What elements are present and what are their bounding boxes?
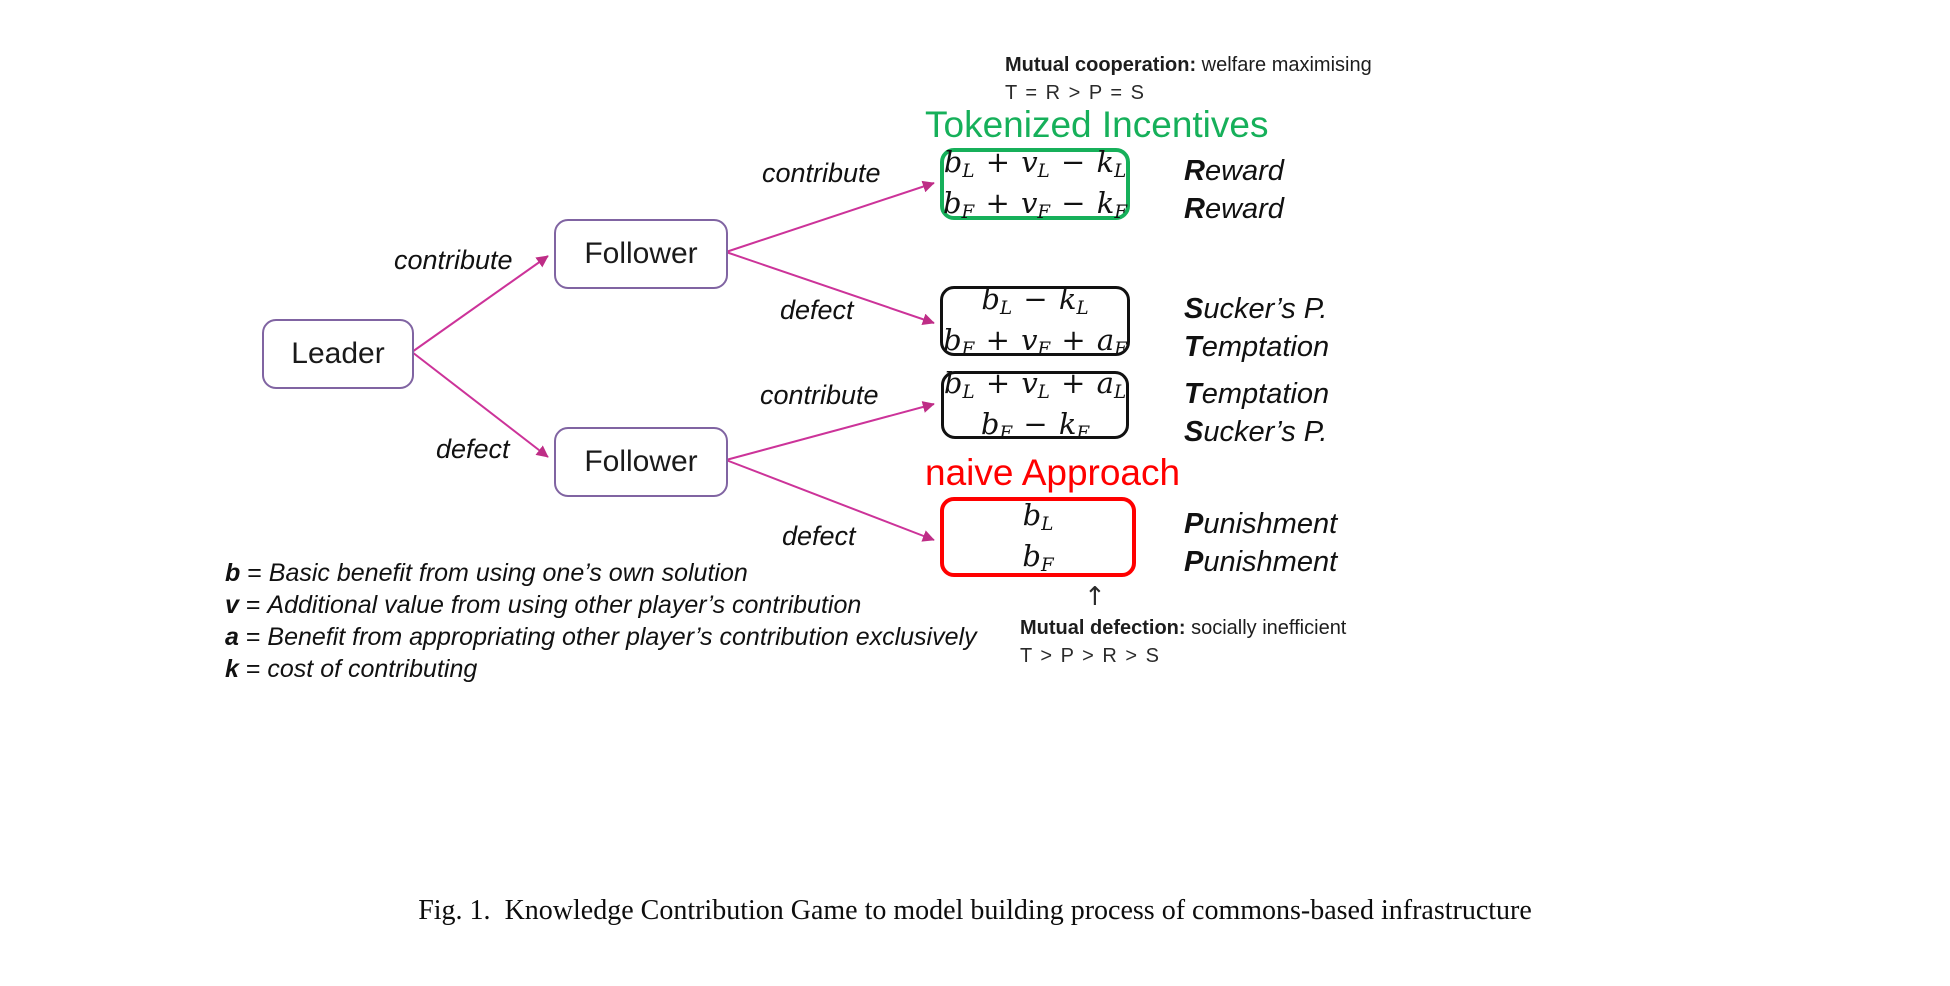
payoff-leader-expr: bL + vL − kL	[943, 144, 1127, 182]
edge-label-leader-defect: defect	[436, 434, 510, 464]
outcome-follower-1: Temptation	[1184, 328, 1329, 366]
outcome-label-1: Sucker’s P. Temptation	[1184, 290, 1329, 367]
mutual-cooperation-bold: Mutual cooperation:	[1005, 54, 1197, 76]
mutual-cooperation-rest: welfare maximising	[1196, 54, 1372, 76]
outcome-leader-0: Reward	[1184, 152, 1284, 190]
payoff-follower-expr: bF − kF	[980, 407, 1090, 445]
outcome-initial: R	[1184, 155, 1205, 187]
outcome-rest: eward	[1204, 155, 1284, 187]
banner-tokenized-incentives: Tokenized Incentives	[925, 104, 1269, 145]
legend-description: cost of contributing	[267, 655, 478, 683]
banner-naive-approach: naive Approach	[925, 452, 1181, 493]
outcome-follower-3: Punishment	[1184, 543, 1337, 581]
caption-text: Knowledge Contribution Game to model bui…	[504, 895, 1532, 926]
legend-equals: =	[238, 655, 268, 683]
legend-row: b = Basic benefit from using one’s own s…	[225, 557, 977, 589]
payoff-box-reward-reward[interactable]: bL + vL − kL bF + vF − kF	[940, 145, 1130, 223]
edge-label-follower-top-contribute: contribute	[762, 158, 881, 188]
payoff-leader-expr: bL + vL + aL	[943, 365, 1127, 403]
legend-description: Basic benefit from using one’s own solut…	[268, 559, 748, 587]
figure-caption: Fig. 1. Knowledge Contribution Game to m…	[0, 895, 1950, 927]
outcome-leader-2: Temptation	[1184, 375, 1329, 413]
legend: b = Basic benefit from using one’s own s…	[225, 557, 977, 685]
payoff-follower-expr: bF + vF + aF	[943, 323, 1127, 361]
payoff-box-temptation-sucker[interactable]: bL + vL + aL bF − kF	[941, 366, 1129, 444]
legend-row: k = cost of contributing	[225, 653, 977, 685]
outcome-rest: eward	[1204, 193, 1284, 226]
node-leader[interactable]: Leader	[262, 319, 414, 389]
legend-equals: =	[238, 623, 268, 651]
mutual-defection-annotation: Mutual defection: socially inefficient	[1020, 617, 1346, 640]
outcome-initial: T	[1184, 378, 1202, 410]
outcome-label-3: Punishment Punishment	[1184, 505, 1337, 582]
caption-number: Fig. 1.	[418, 895, 491, 926]
payoff-leader-expr: bL	[1022, 497, 1054, 535]
mutual-defection-rest: socially inefficient	[1185, 617, 1347, 639]
edge-label-follower-bottom-defect: defect	[782, 521, 856, 551]
legend-symbol: v	[225, 591, 239, 619]
outcome-initial: P	[1184, 508, 1204, 540]
outcome-rest: unishment	[1203, 508, 1338, 540]
outcome-leader-1: Sucker’s P.	[1184, 290, 1329, 328]
outcome-initial: R	[1184, 193, 1205, 226]
figure-container: Leader Follower Follower contribute defe…	[0, 0, 1950, 986]
defection-inequality: T > P > R > S	[1020, 645, 1161, 667]
edge-label-leader-contribute: contribute	[394, 245, 513, 275]
node-follower-bottom[interactable]: Follower	[554, 427, 728, 497]
outcome-follower-0: Reward	[1184, 190, 1284, 228]
legend-symbol: a	[225, 623, 239, 651]
mutual-cooperation-annotation: Mutual cooperation: welfare maximising	[1005, 54, 1372, 77]
outcome-initial: S	[1184, 416, 1204, 449]
legend-row: a = Benefit from appropriating other pla…	[225, 621, 977, 653]
legend-equals: =	[240, 559, 269, 587]
legend-symbol: b	[225, 559, 241, 587]
up-arrow-icon: ↑	[1084, 582, 1106, 612]
cooperation-inequality: T = R > P = S	[1005, 82, 1146, 104]
payoff-leader-expr: bL − kL	[981, 281, 1089, 319]
outcome-rest: emptation	[1201, 378, 1330, 410]
node-follower-bottom-label: Follower	[584, 445, 698, 478]
mutual-defection-bold: Mutual defection:	[1020, 617, 1186, 639]
outcome-rest: ucker’s P.	[1203, 416, 1328, 449]
node-leader-label: Leader	[291, 337, 385, 370]
outcome-label-0: Reward Reward	[1184, 152, 1284, 229]
outcome-rest: unishment	[1203, 546, 1338, 579]
legend-row: v = Additional value from using other pl…	[225, 589, 977, 621]
outcome-follower-2: Sucker’s P.	[1184, 413, 1329, 451]
edge-label-follower-bottom-contribute: contribute	[760, 380, 879, 410]
outcome-rest: ucker’s P.	[1203, 293, 1328, 325]
outcome-rest: emptation	[1201, 331, 1330, 364]
legend-equals: =	[238, 591, 268, 619]
outcome-leader-3: Punishment	[1184, 505, 1337, 543]
node-follower-top-label: Follower	[584, 237, 698, 270]
legend-description: Additional value from using other player…	[267, 591, 862, 619]
outcome-initial: P	[1184, 546, 1204, 579]
legend-symbol: k	[225, 655, 239, 683]
outcome-label-2: Temptation Sucker’s P.	[1184, 375, 1329, 452]
edge-label-follower-top-defect: defect	[780, 295, 854, 325]
node-follower-top[interactable]: Follower	[554, 219, 728, 289]
payoff-follower-expr: bF + vF − kF	[942, 186, 1128, 224]
outcome-initial: T	[1184, 331, 1202, 364]
payoff-box-sucker-temptation[interactable]: bL − kL bF + vF + aF	[940, 282, 1130, 360]
payoff-follower-expr: bF	[1022, 539, 1054, 577]
legend-description: Benefit from appropriating other player’…	[267, 623, 977, 651]
outcome-initial: S	[1184, 293, 1204, 325]
